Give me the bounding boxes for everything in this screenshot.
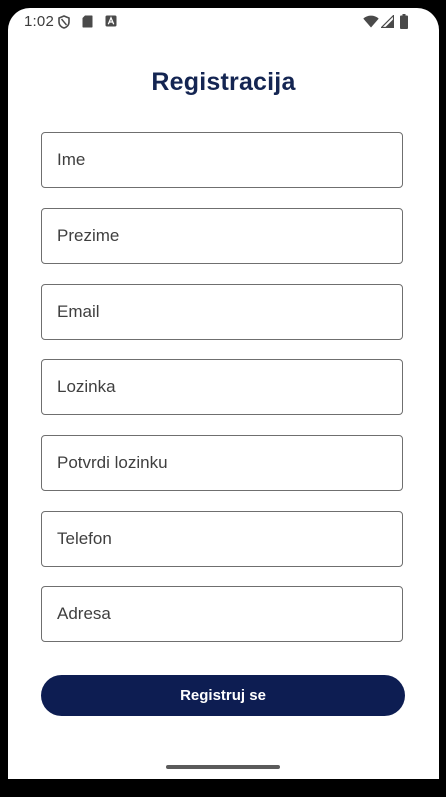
sd-card-icon	[82, 15, 93, 28]
address-input[interactable]	[41, 586, 403, 642]
confirm-password-input[interactable]	[41, 435, 403, 491]
shield-icon	[58, 15, 70, 29]
signal-icon	[381, 15, 394, 28]
phone-input[interactable]	[41, 511, 403, 567]
password-input[interactable]	[41, 359, 403, 415]
register-button[interactable]: Registruj se	[41, 675, 405, 716]
wifi-icon	[363, 15, 379, 28]
home-indicator[interactable]	[166, 765, 280, 769]
app-screen: 1:02 Registracija Ime Prezime Email Tele…	[8, 8, 439, 779]
battery-icon	[400, 14, 408, 29]
accessibility-a-icon	[105, 15, 117, 27]
email-input[interactable]	[41, 284, 403, 340]
status-bar: 1:02	[8, 8, 439, 36]
last-name-input[interactable]	[41, 208, 403, 264]
status-time: 1:02	[24, 13, 54, 30]
page-title: Registracija	[151, 68, 296, 96]
first-name-input[interactable]	[41, 132, 403, 188]
